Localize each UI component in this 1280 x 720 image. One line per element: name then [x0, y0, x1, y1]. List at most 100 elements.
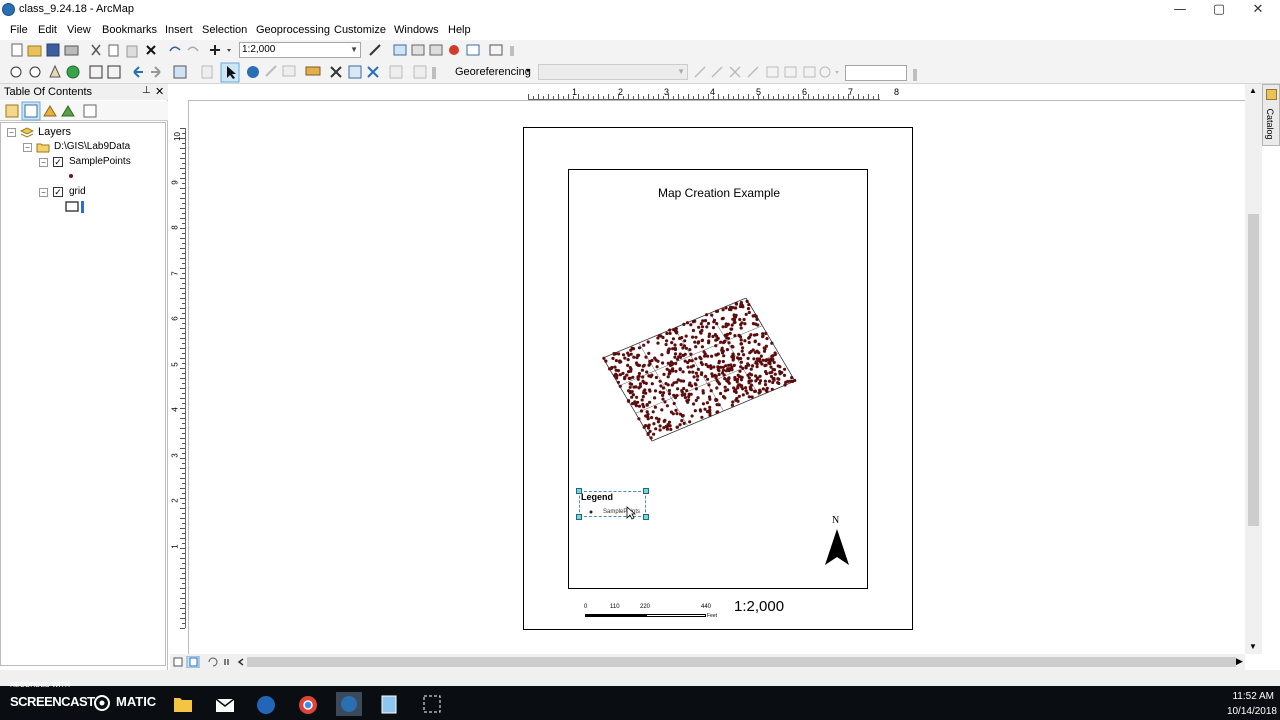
sample-point	[629, 352, 633, 356]
scrollbar-thumb[interactable]	[1248, 214, 1259, 526]
scale-text[interactable]: 1:2,000	[734, 598, 784, 615]
viewer-icon	[803, 66, 816, 78]
ruler-tick	[773, 96, 774, 99]
menu-windows[interactable]: Windows	[394, 24, 439, 36]
ruler-tick-label: 1	[170, 543, 180, 549]
sample-point	[714, 397, 718, 402]
sample-point	[669, 410, 674, 414]
collapse-icon[interactable]: −	[39, 188, 48, 197]
ruler-tick	[180, 388, 185, 389]
ruler-tick	[182, 413, 185, 414]
chevron-down-icon[interactable]: ▾	[526, 66, 530, 75]
sample-point	[700, 325, 705, 329]
sample-point	[747, 303, 751, 307]
ruler-tick	[613, 96, 614, 99]
legend-point-symbol-icon	[589, 510, 593, 514]
map-title[interactable]: Map Creation Example	[569, 186, 869, 200]
sample-point	[717, 359, 721, 363]
sample-point	[656, 341, 660, 345]
sample-point	[778, 370, 782, 374]
collapse-icon[interactable]: −	[7, 128, 16, 137]
north-arrow-icon[interactable]	[824, 528, 850, 566]
close-button[interactable]: ✕	[1238, 0, 1278, 20]
sample-point	[755, 349, 759, 353]
sample-point	[623, 356, 627, 360]
tree-folder-path[interactable]: D:\GIS\Lab9Data	[54, 141, 130, 152]
layer-name-grid[interactable]: grid	[69, 186, 86, 197]
scroll-down-icon[interactable]: ▼	[1249, 642, 1257, 651]
restore-button[interactable]: ▢	[1199, 0, 1239, 20]
list-by-source-icon	[24, 104, 38, 118]
clock-time[interactable]: 11:52 AM	[1190, 691, 1274, 702]
scale-bar[interactable]: 0 110 220 440 Feet	[584, 604, 724, 622]
sample-point	[618, 384, 622, 388]
resize-handle[interactable]	[643, 488, 649, 494]
clock-date[interactable]: 10/14/2018	[1190, 706, 1277, 717]
ruler-tick	[683, 96, 684, 99]
sample-point	[637, 404, 642, 408]
sample-point	[634, 385, 638, 389]
resize-handle[interactable]	[576, 514, 582, 520]
sample-point	[763, 383, 768, 387]
sample-point	[643, 388, 647, 392]
menu-edit[interactable]: Edit	[38, 24, 57, 36]
map-scale-combo[interactable]: 1:2,000 ▼	[239, 42, 361, 58]
toc-close-button[interactable]: ✕	[155, 85, 164, 98]
sample-point	[667, 347, 671, 351]
scale-tick-label: 110	[610, 604, 620, 610]
tree-root-layers[interactable]: Layers	[38, 126, 71, 138]
sample-point	[694, 345, 698, 349]
horizontal-scrollbar[interactable]: ▶	[170, 654, 1245, 670]
ruler-tick	[853, 96, 854, 99]
sample-point	[609, 366, 613, 371]
collapse-icon[interactable]: −	[39, 158, 48, 167]
ruler-tick	[528, 94, 529, 99]
sample-point	[703, 407, 707, 411]
sample-point	[687, 395, 691, 399]
sample-point	[663, 400, 667, 404]
resize-handle[interactable]	[576, 488, 582, 494]
scroll-right-icon[interactable]: ▶	[1236, 656, 1243, 667]
catalog-side-tab[interactable]: Catalog	[1262, 84, 1280, 146]
ruler-tick	[728, 94, 729, 99]
vertical-scrollbar[interactable]: ▲ ▼	[1245, 84, 1262, 654]
sample-point	[751, 314, 755, 318]
menu-geoprocessing[interactable]: Geoprocessing	[256, 24, 330, 36]
layer-visibility-checkbox[interactable]: ✓	[53, 157, 63, 167]
minimize-button[interactable]: —	[1160, 0, 1200, 20]
resize-handle[interactable]	[643, 514, 649, 520]
georeferencing-menu[interactable]: Georeferencing	[455, 66, 531, 78]
layer-name-samplepoints[interactable]: SamplePoints	[69, 156, 131, 167]
georeferencing-layer-combo[interactable]: ▼	[538, 64, 688, 80]
sample-point	[628, 382, 632, 386]
legend[interactable]: Legend SamplePoints	[576, 488, 649, 520]
menu-view[interactable]: View	[67, 24, 91, 36]
menu-customize[interactable]: Customize	[334, 24, 386, 36]
collapse-icon[interactable]: −	[23, 143, 32, 152]
menu-help[interactable]: Help	[448, 24, 471, 36]
layer-visibility-checkbox[interactable]: ✓	[53, 187, 63, 197]
data-view-icon	[173, 657, 183, 667]
sample-point	[688, 348, 692, 352]
menu-selection[interactable]: Selection	[202, 24, 247, 36]
sample-point	[627, 370, 631, 374]
scroll-up-icon[interactable]: ▲	[1249, 86, 1257, 95]
data-frame[interactable]: Map Creation Example Legend SamplePoints	[568, 169, 868, 589]
scrollbar-thumb[interactable]	[247, 657, 1236, 667]
sample-point	[764, 359, 768, 363]
sample-point	[738, 335, 743, 339]
ruler-tick	[738, 94, 739, 99]
ruler-tick	[180, 128, 185, 129]
georeferencing-value-input[interactable]	[845, 65, 907, 81]
ruler-tick	[182, 223, 185, 224]
menu-file[interactable]: File	[10, 24, 28, 36]
pin-icon[interactable]: ⊥	[142, 85, 151, 96]
sample-point	[678, 423, 682, 427]
move-cursor-icon	[626, 506, 636, 520]
sample-point	[747, 310, 751, 315]
sample-point	[695, 378, 699, 382]
menu-bookmarks[interactable]: Bookmarks	[102, 24, 157, 36]
sample-point	[611, 356, 615, 360]
menu-insert[interactable]: Insert	[165, 24, 193, 36]
layout-view[interactable]: 12345678 10 9 8 7 6 5 4 3 2 1 Map Creation Exampl…	[170, 84, 1261, 670]
